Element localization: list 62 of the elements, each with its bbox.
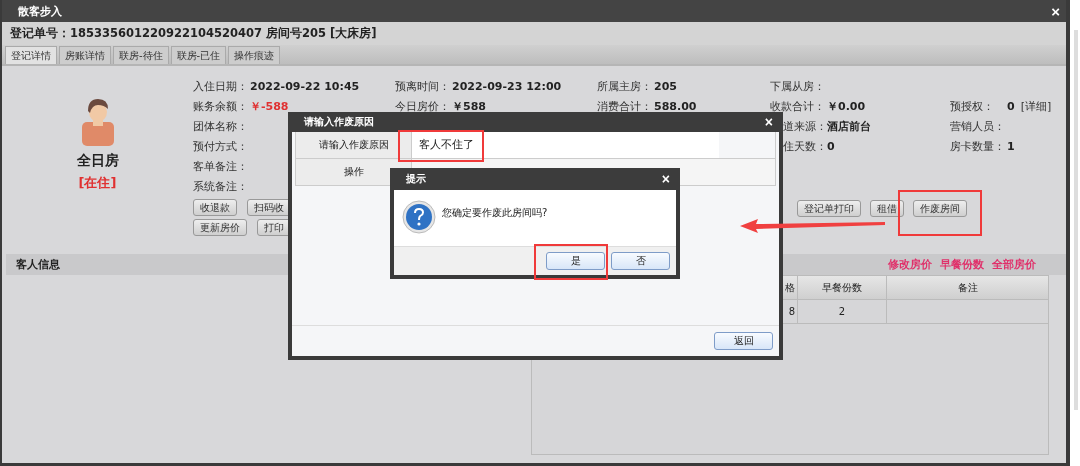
field-label: 房卡数量： xyxy=(950,138,1006,154)
scrollbar[interactable] xyxy=(1074,30,1078,410)
field-label: 收款合计： xyxy=(770,98,826,114)
action-button[interactable]: 更新房价 xyxy=(193,219,247,236)
room-type: 全日房 xyxy=(76,152,119,170)
field-label: 住天数： xyxy=(782,138,827,154)
column-header: 早餐份数 xyxy=(798,276,887,299)
field-label: 预付方式： xyxy=(193,138,249,154)
room-status: [在住] xyxy=(78,174,117,192)
field-label: 所属主房： xyxy=(597,78,653,94)
window-title: 散客步入 xyxy=(18,3,62,19)
field-label: 入住日期： xyxy=(193,78,249,94)
tab[interactable]: 联房-待住 xyxy=(113,46,169,64)
dialog-button[interactable]: 否 xyxy=(611,252,670,270)
dialog-title: 请输入作废原因 xyxy=(304,115,374,129)
field-label: 消费合计： xyxy=(597,98,653,114)
field-value: 205 xyxy=(654,79,677,93)
field-value: 2022-09-23 12:00 xyxy=(452,79,562,93)
field-label: 团体名称： xyxy=(193,118,249,134)
action-button[interactable]: 作废房间 xyxy=(913,200,967,217)
field-label: 下属从房： xyxy=(770,78,826,94)
tab[interactable]: 房账详情 xyxy=(59,46,111,64)
action-button[interactable]: 登记单打印 xyxy=(797,200,861,217)
section-title: 客人信息 xyxy=(16,257,60,272)
close-button[interactable]: × xyxy=(1051,3,1060,19)
action-button[interactable]: 打印 xyxy=(257,219,291,236)
close-button[interactable]: × xyxy=(758,115,779,129)
reason-field[interactable]: 客人不住了 xyxy=(412,132,719,158)
field-value: 酒店前台 xyxy=(827,118,871,134)
field-label: 预离时间： xyxy=(395,78,451,94)
table-cell: 2 xyxy=(798,300,887,323)
field-value: ￥0.00 xyxy=(827,98,866,114)
action-button[interactable]: 收退款 xyxy=(193,199,237,216)
field-label: 营销人员： xyxy=(950,118,1006,134)
field-label: 系统备注： xyxy=(193,178,249,194)
field-value: 2022-09-22 10:45 xyxy=(250,79,360,93)
tab[interactable]: 联房-已住 xyxy=(170,46,227,64)
question-icon xyxy=(402,200,436,234)
action-button[interactable]: 扫码收 xyxy=(247,199,291,216)
field-value: 588.00 xyxy=(654,99,697,113)
field-label: 今日房价： xyxy=(395,98,451,114)
registration-header: 登记单号：185335601220922104520407 房间号205 [大床房] xyxy=(2,22,1066,45)
dialog-button[interactable]: 是 xyxy=(546,252,605,270)
tab[interactable]: 操作痕迹 xyxy=(228,46,281,64)
field-label: 道来源： xyxy=(782,118,827,134)
field-value: 0 xyxy=(827,139,835,153)
field-label: 预授权： xyxy=(950,98,995,114)
action-button[interactable]: 租借 xyxy=(870,200,904,217)
confirm-message: 您确定要作废此房间吗? xyxy=(442,206,548,220)
field-value: ￥588 xyxy=(452,98,486,114)
back-button[interactable]: 返回 xyxy=(714,332,773,350)
form-label: 请输入作废原因 xyxy=(296,132,412,158)
field-value: 0 xyxy=(1007,99,1015,113)
person-icon xyxy=(79,96,116,146)
field-value: 1 xyxy=(1007,139,1015,153)
tab[interactable]: 登记详情 xyxy=(5,46,57,64)
close-button[interactable]: × xyxy=(655,172,676,186)
field-label: 账务余额： xyxy=(193,98,249,114)
details-link[interactable]: [详细] xyxy=(1020,98,1052,114)
field-value: ￥-588 xyxy=(250,98,289,114)
field-label: 客单备注： xyxy=(193,158,249,174)
column-header: 备注 xyxy=(956,280,979,295)
